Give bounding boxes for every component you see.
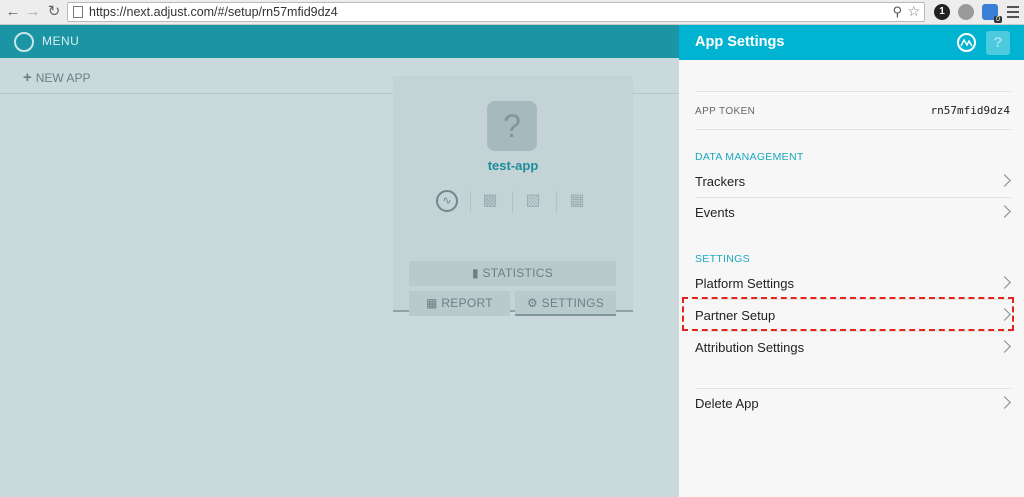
extension-blue-icon[interactable]: 0 bbox=[982, 4, 1002, 23]
platform-separator bbox=[512, 191, 513, 213]
settings-button[interactable]: ⚙ SETTINGS bbox=[515, 291, 616, 316]
trackers-label: Trackers bbox=[695, 174, 746, 189]
report-button[interactable]: ▦ REPORT bbox=[409, 291, 510, 316]
app-placeholder-icon: ? bbox=[487, 101, 537, 151]
report-label: REPORT bbox=[441, 296, 493, 310]
attribution-settings-label: Attribution Settings bbox=[695, 340, 805, 355]
chevron-right-icon bbox=[998, 174, 1011, 187]
plus-icon: + bbox=[23, 69, 32, 86]
zoom-icon[interactable]: ⚲ bbox=[892, 4, 902, 20]
chevron-right-icon bbox=[998, 205, 1011, 218]
bookmark-star-icon[interactable]: ☆ bbox=[907, 3, 920, 20]
new-app-button[interactable]: + NEW APP bbox=[23, 69, 90, 86]
forward-icon[interactable]: → bbox=[24, 3, 42, 21]
bar-chart-icon: ▮ bbox=[471, 266, 483, 280]
page-icon bbox=[73, 6, 83, 18]
windows-phone-icon[interactable]: ▧ bbox=[522, 190, 544, 212]
chevron-right-icon bbox=[998, 340, 1011, 353]
extension-gray-icon[interactable] bbox=[958, 4, 974, 20]
url-text[interactable]: https://next.adjust.com/#/setup/rn57mfid… bbox=[89, 5, 338, 19]
gear-icon: ⚙ bbox=[526, 296, 542, 310]
extension-1password-icon[interactable]: 1 bbox=[934, 4, 950, 20]
app-token-value[interactable]: rn57mfid9dz4 bbox=[879, 104, 1010, 117]
settings-heading: SETTINGS bbox=[695, 253, 750, 265]
trackers-item[interactable]: Trackers bbox=[695, 167, 1011, 197]
adjust-logo-icon[interactable] bbox=[14, 32, 34, 52]
app-token-label: APP TOKEN bbox=[695, 106, 756, 117]
platform-separator bbox=[470, 191, 471, 213]
events-label: Events bbox=[695, 205, 735, 220]
divider bbox=[695, 331, 1011, 332]
menu-button[interactable]: MENU bbox=[42, 34, 79, 48]
android-icon[interactable]: ▩ bbox=[479, 190, 501, 212]
attribution-settings-item[interactable]: Attribution Settings bbox=[695, 333, 1011, 363]
delete-app-item[interactable]: Delete App bbox=[695, 389, 1011, 419]
panel-header: App Settings ? bbox=[679, 25, 1024, 60]
app-settings-panel: App Settings ? APP TOKEN rn57mfid9dz4 DA… bbox=[679, 25, 1024, 497]
appstore-icon[interactable]: ∿ bbox=[436, 190, 458, 212]
platform-settings-item[interactable]: Platform Settings bbox=[695, 269, 1011, 299]
data-management-heading: DATA MANAGEMENT bbox=[695, 151, 804, 163]
chevron-right-icon bbox=[998, 396, 1011, 409]
extension-count-badge: 0 bbox=[994, 16, 1002, 23]
divider bbox=[695, 91, 1011, 92]
panel-title: App Settings bbox=[695, 34, 785, 50]
chevron-right-icon bbox=[998, 276, 1011, 289]
platform-settings-label: Platform Settings bbox=[695, 276, 794, 291]
settings-label: SETTINGS bbox=[541, 296, 605, 310]
browser-toolbar: ← → ↻ https://next.adjust.com/#/setup/rn… bbox=[0, 0, 1024, 25]
reload-icon[interactable]: ↻ bbox=[45, 3, 63, 21]
address-bar[interactable]: https://next.adjust.com/#/setup/rn57mfid… bbox=[67, 2, 925, 22]
report-icon: ▦ bbox=[426, 296, 442, 310]
platform-separator bbox=[556, 191, 557, 213]
divider bbox=[695, 129, 1011, 130]
app-name[interactable]: test-app bbox=[393, 158, 633, 173]
new-app-label: NEW APP bbox=[35, 71, 91, 85]
statistics-button[interactable]: ▮ STATISTICS bbox=[409, 261, 616, 286]
partner-setup-highlight bbox=[682, 297, 1014, 331]
back-icon[interactable]: ← bbox=[4, 3, 22, 21]
appstore-header-icon[interactable] bbox=[957, 33, 976, 52]
statistics-label: STATISTICS bbox=[482, 266, 554, 280]
windows-icon[interactable]: ▦ bbox=[566, 190, 588, 212]
events-item[interactable]: Events bbox=[695, 198, 1011, 228]
delete-app-label: Delete App bbox=[695, 396, 759, 411]
browser-menu-icon[interactable] bbox=[1007, 6, 1019, 18]
help-button[interactable]: ? bbox=[986, 31, 1010, 55]
app-topbar: MENU bbox=[0, 25, 679, 58]
